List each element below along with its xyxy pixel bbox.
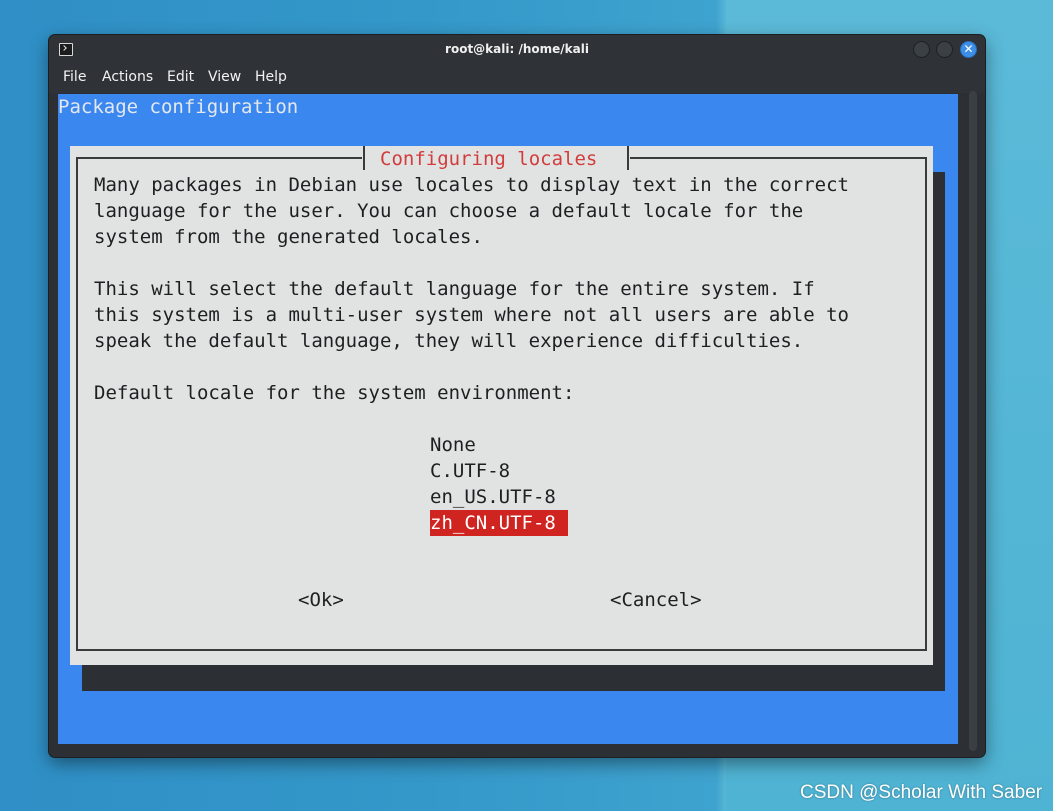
locale-prompt: Default locale for the system environmen…: [94, 382, 575, 404]
locale-option-none[interactable]: None: [430, 432, 476, 458]
menu-help[interactable]: Help: [255, 69, 287, 85]
csdn-watermark: CSDN @Scholar With Saber: [800, 782, 1043, 803]
terminal-window: root@kali: /home/kali ✕ File Actions Edi…: [49, 35, 985, 757]
description-line: Many packages in Debian use locales to d…: [94, 174, 849, 196]
title-bar[interactable]: root@kali: /home/kali ✕: [49, 35, 985, 65]
dialog-title-bracket-left: [363, 146, 365, 170]
dialog-title: Configuring locales: [380, 148, 598, 170]
dialog-title-bracket-right: [627, 146, 629, 170]
description-line: this system is a multi-user system where…: [94, 304, 849, 326]
locale-option-c-utf8[interactable]: C.UTF-8: [430, 458, 510, 484]
description-line: language for the user. You can choose a …: [94, 200, 804, 222]
locale-dialog: Configuring locales Many packages in Deb…: [70, 146, 933, 665]
terminal-scrollbar[interactable]: [969, 91, 977, 751]
dialog-shadow-right: [933, 172, 945, 691]
menu-file[interactable]: File: [63, 69, 86, 85]
menu-bar: File Actions Edit View Help: [49, 65, 985, 93]
window-title: root@kali: /home/kali: [445, 42, 589, 56]
menu-view[interactable]: View: [208, 69, 241, 85]
close-button[interactable]: ✕: [960, 41, 977, 58]
menu-actions[interactable]: Actions: [102, 69, 153, 85]
description-line: speak the default language, they will ex…: [94, 330, 804, 352]
locale-option-zh-cn-utf8-selected[interactable]: zh_CN.UTF-8: [430, 510, 568, 536]
package-configuration-header: Package configuration: [58, 96, 299, 118]
minimize-button[interactable]: [913, 41, 930, 58]
description-line: system from the generated locales.: [94, 226, 483, 248]
terminal-area[interactable]: Package configuration Configuring locale…: [58, 94, 958, 744]
menu-edit[interactable]: Edit: [167, 69, 194, 85]
locale-option-en-us-utf8[interactable]: en_US.UTF-8: [430, 484, 556, 510]
cancel-button[interactable]: <Cancel>: [610, 587, 702, 613]
maximize-button[interactable]: [936, 41, 953, 58]
description-line: This will select the default language fo…: [94, 278, 815, 300]
close-icon: ✕: [963, 42, 974, 56]
dialog-shadow-bottom: [82, 665, 945, 691]
ok-button[interactable]: <Ok>: [298, 587, 344, 613]
